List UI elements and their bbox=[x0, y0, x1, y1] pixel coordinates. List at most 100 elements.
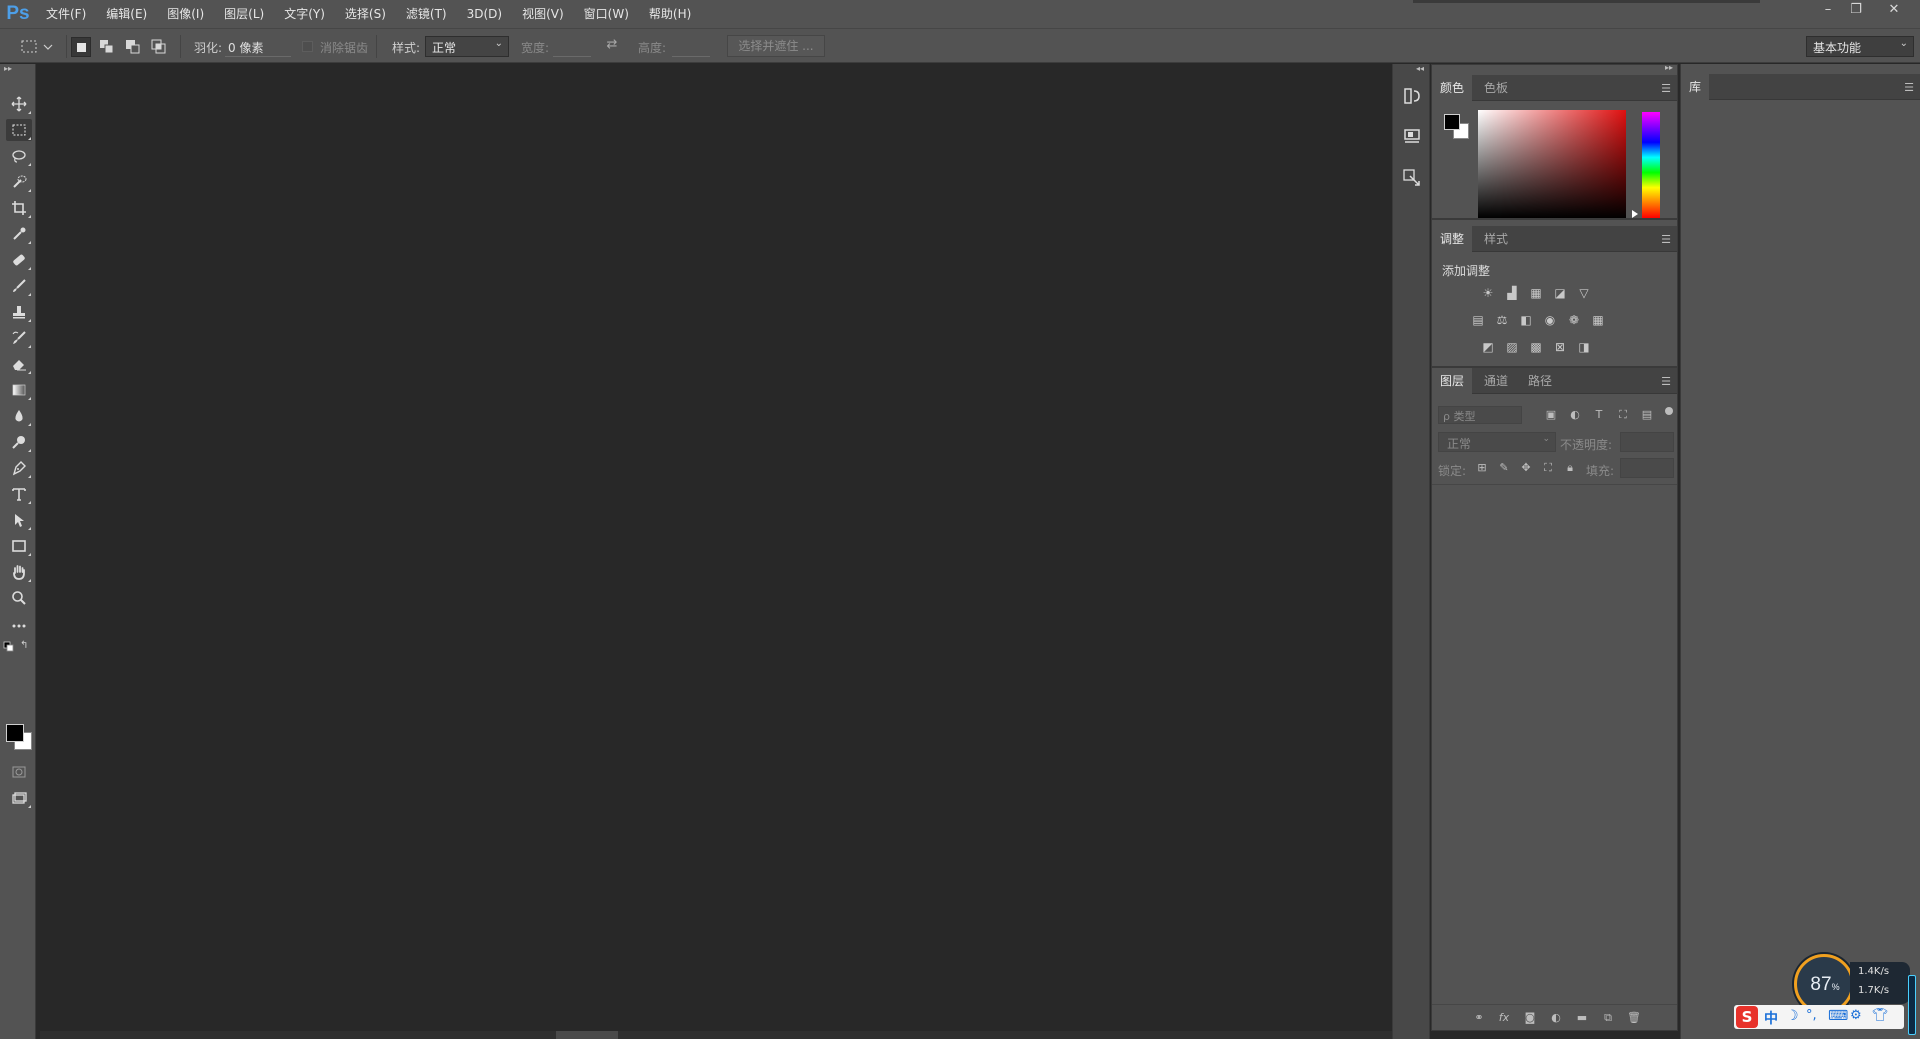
antialias-checkbox[interactable] bbox=[302, 41, 313, 52]
fill-input[interactable] bbox=[1620, 458, 1674, 478]
expand-panels-icon[interactable]: ▸▸ bbox=[1665, 63, 1673, 72]
panel-menu-icon[interactable]: ☰ bbox=[1661, 82, 1671, 95]
menu-filter[interactable]: 滤镜(T) bbox=[396, 0, 457, 28]
workspace-select[interactable]: 基本功能 ⌄ bbox=[1806, 36, 1914, 57]
intersect-selection-button[interactable] bbox=[149, 37, 169, 57]
panel-menu-icon[interactable]: ☰ bbox=[1661, 233, 1671, 246]
dodge-tool[interactable] bbox=[6, 431, 32, 453]
blend-mode-select[interactable]: 正常 ⌄ bbox=[1438, 432, 1556, 452]
menu-edit[interactable]: 编辑(E) bbox=[96, 0, 157, 28]
skin-icon[interactable]: 👕︎ bbox=[1872, 1008, 1889, 1023]
new-group-icon[interactable]: ▬ bbox=[1573, 1009, 1591, 1027]
quick-selection-tool[interactable] bbox=[6, 171, 32, 193]
filter-smart-object-icon[interactable]: ▤ bbox=[1638, 406, 1656, 424]
swap-dimensions-icon[interactable]: ⇄ bbox=[602, 37, 622, 55]
tab-color[interactable]: 颜色 bbox=[1432, 75, 1473, 101]
color-panel-foreground-swatch[interactable] bbox=[1444, 114, 1460, 130]
ime-toolbar[interactable]: S 中 ☽ °, ⌨ ⚙ 👕︎ bbox=[1734, 1005, 1904, 1029]
tool-preset-picker[interactable] bbox=[20, 37, 56, 57]
brush-settings-panel-button[interactable] bbox=[1401, 167, 1423, 189]
menu-view[interactable]: 视图(V) bbox=[512, 0, 574, 28]
layer-style-icon[interactable]: fx bbox=[1495, 1009, 1513, 1027]
hue-saturation-icon[interactable]: ▤ bbox=[1469, 311, 1487, 329]
restore-button[interactable]: ❐ bbox=[1842, 0, 1870, 20]
add-selection-button[interactable] bbox=[97, 37, 117, 57]
gradient-map-icon[interactable]: ◨ bbox=[1575, 338, 1593, 356]
scrollbar-thumb[interactable] bbox=[556, 1031, 618, 1039]
exposure-icon[interactable]: ◪ bbox=[1551, 284, 1569, 302]
move-tool[interactable] bbox=[6, 93, 32, 115]
opacity-input[interactable] bbox=[1620, 432, 1674, 452]
close-button[interactable]: ✕ bbox=[1880, 0, 1908, 20]
moon-icon[interactable]: ☽ bbox=[1786, 1008, 1799, 1024]
layer-filter-select[interactable]: ρ 类型 bbox=[1438, 406, 1522, 424]
selective-color-icon[interactable]: ⊠ bbox=[1551, 338, 1569, 356]
brush-tool[interactable] bbox=[6, 275, 32, 297]
menu-help[interactable]: 帮助(H) bbox=[639, 0, 701, 28]
ime-mode[interactable]: 中 bbox=[1764, 1008, 1778, 1028]
lock-image-icon[interactable]: ✎ bbox=[1495, 459, 1513, 477]
minimize-button[interactable]: – bbox=[1814, 0, 1842, 20]
color-lookup-icon[interactable]: ▦ bbox=[1589, 311, 1607, 329]
new-fill-adjustment-icon[interactable]: ◐ bbox=[1547, 1009, 1565, 1027]
panel-menu-icon[interactable]: ☰ bbox=[1661, 375, 1671, 388]
menu-window[interactable]: 窗口(W) bbox=[574, 0, 639, 28]
select-and-mask-button[interactable]: 选择并遮住 ... bbox=[727, 35, 825, 57]
eraser-tool[interactable] bbox=[6, 353, 32, 375]
threshold-icon[interactable]: ▩ bbox=[1527, 338, 1545, 356]
layer-list[interactable] bbox=[1432, 484, 1677, 1004]
rectangular-marquee-tool[interactable] bbox=[6, 119, 32, 141]
blur-tool[interactable] bbox=[6, 405, 32, 427]
channel-mixer-icon[interactable]: ❁ bbox=[1565, 311, 1583, 329]
history-brush-tool[interactable] bbox=[6, 327, 32, 349]
type-tool[interactable] bbox=[6, 483, 32, 505]
swap-colors-icon[interactable]: ↰ bbox=[20, 640, 32, 652]
history-panel-button[interactable] bbox=[1401, 85, 1423, 107]
new-selection-button[interactable] bbox=[71, 37, 91, 57]
menu-file[interactable]: 文件(F) bbox=[36, 0, 96, 28]
black-white-icon[interactable]: ◧ bbox=[1517, 311, 1535, 329]
crop-tool[interactable] bbox=[6, 197, 32, 219]
link-layers-icon[interactable]: ⚭ bbox=[1470, 1009, 1488, 1027]
hue-slider[interactable] bbox=[1642, 112, 1660, 218]
hand-tool[interactable] bbox=[6, 561, 32, 583]
edit-toolbar-button[interactable] bbox=[6, 615, 32, 637]
tab-paths[interactable]: 路径 bbox=[1520, 368, 1560, 394]
quick-mask-button[interactable] bbox=[6, 761, 32, 783]
menu-image[interactable]: 图像(I) bbox=[157, 0, 214, 28]
posterize-icon[interactable]: ▨ bbox=[1503, 338, 1521, 356]
style-select[interactable]: 正常 ⌄ bbox=[425, 36, 509, 57]
gradient-tool[interactable] bbox=[6, 379, 32, 401]
color-balance-icon[interactable]: ⚖ bbox=[1493, 311, 1511, 329]
curves-icon[interactable]: ▦ bbox=[1527, 284, 1545, 302]
filter-pixel-icon[interactable]: ▣ bbox=[1542, 406, 1560, 424]
punctuation-icon[interactable]: °, bbox=[1806, 1008, 1817, 1023]
path-selection-tool[interactable] bbox=[6, 509, 32, 531]
feather-input[interactable]: 0 像素 bbox=[225, 37, 291, 57]
lock-transparent-icon[interactable]: ⊞ bbox=[1473, 459, 1491, 477]
clone-stamp-tool[interactable] bbox=[6, 301, 32, 323]
invert-icon[interactable]: ◩ bbox=[1479, 338, 1497, 356]
filter-type-icon[interactable]: T bbox=[1590, 406, 1608, 424]
vibrance-icon[interactable]: ▽ bbox=[1575, 284, 1593, 302]
eyedropper-tool[interactable] bbox=[6, 223, 32, 245]
tab-channels[interactable]: 通道 bbox=[1476, 368, 1516, 394]
panel-menu-icon[interactable]: ☰ bbox=[1904, 81, 1914, 94]
menu-layer[interactable]: 图层(L) bbox=[214, 0, 274, 28]
document-canvas-area[interactable] bbox=[40, 64, 1392, 1031]
delete-layer-icon[interactable]: 🗑︎ bbox=[1625, 1009, 1643, 1027]
toolbox-icon[interactable]: ⚙ bbox=[1850, 1008, 1862, 1023]
menu-type[interactable]: 文字(Y) bbox=[274, 0, 335, 28]
tab-library[interactable]: 库 bbox=[1681, 74, 1710, 100]
add-mask-icon[interactable]: ◙ bbox=[1521, 1009, 1539, 1027]
collapse-dock-icon[interactable]: ◂◂ bbox=[1416, 64, 1424, 73]
pen-tool[interactable] bbox=[6, 457, 32, 479]
properties-panel-button[interactable] bbox=[1401, 125, 1423, 147]
height-input[interactable] bbox=[672, 37, 710, 57]
brightness-contrast-icon[interactable]: ☀ bbox=[1479, 284, 1497, 302]
tab-layers[interactable]: 图层 bbox=[1432, 368, 1473, 394]
hue-slider-handle[interactable] bbox=[1632, 210, 1638, 218]
zoom-tool[interactable] bbox=[6, 587, 32, 609]
keyboard-icon[interactable]: ⌨ bbox=[1828, 1008, 1848, 1024]
color-spectrum-field[interactable] bbox=[1478, 110, 1626, 218]
